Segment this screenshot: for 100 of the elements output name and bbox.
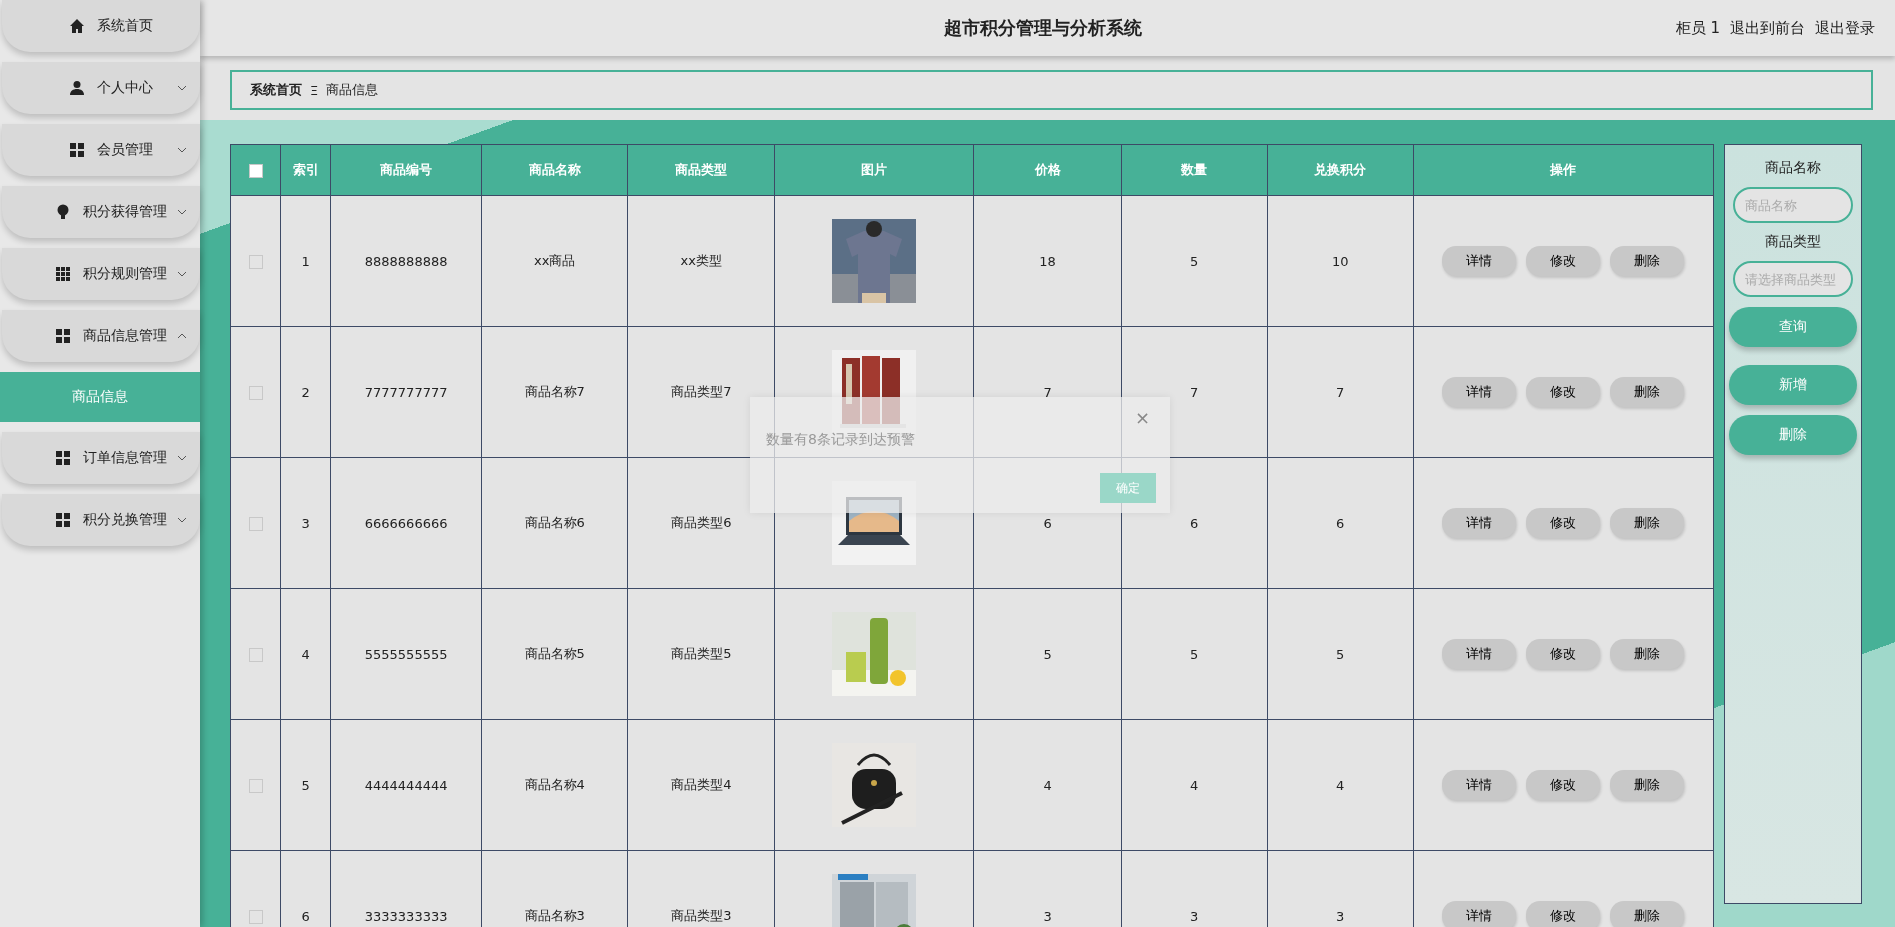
grid-icon <box>55 328 71 344</box>
user-icon <box>69 80 85 96</box>
row-checkbox[interactable] <box>248 254 263 269</box>
table-cell: 4 <box>301 646 310 662</box>
action-button[interactable]: 详情 <box>1442 377 1517 407</box>
table-cell: 3 <box>1189 908 1199 924</box>
grid-icon <box>55 512 71 528</box>
home-icon <box>69 18 85 34</box>
column-header: 索引 <box>280 144 331 196</box>
table-cell: 5555555555 <box>364 646 448 662</box>
table-cell: 4 <box>1043 777 1052 793</box>
row-checkbox[interactable] <box>248 385 263 400</box>
column-header: 商品名称 <box>481 144 628 196</box>
action-button[interactable]: 删除 <box>1610 246 1685 276</box>
column-header: 商品类型 <box>627 144 775 196</box>
column-header: 操作 <box>1413 144 1714 196</box>
column-header: 价格 <box>973 144 1122 196</box>
menu-item[interactable]: 个人中心 <box>2 62 200 114</box>
action-button[interactable]: 详情 <box>1442 639 1517 669</box>
menu-item[interactable]: 积分规则管理 <box>2 248 200 300</box>
bulb-icon <box>55 204 71 220</box>
column-header: 图片 <box>774 144 974 196</box>
table-cell: 商品名称5 <box>524 646 585 661</box>
table-cell: xx类型 <box>680 253 722 268</box>
action-button[interactable]: 详情 <box>1442 770 1517 800</box>
table-cell: 商品名称7 <box>524 384 585 399</box>
table-cell: 5 <box>1189 646 1199 662</box>
action-button[interactable]: 详情 <box>1442 246 1517 276</box>
action-button[interactable]: 详情 <box>1442 901 1517 927</box>
action-button[interactable]: 删除 <box>1610 508 1685 538</box>
menu-item[interactable]: 会员管理 <box>2 124 200 176</box>
action-button[interactable]: 修改 <box>1526 377 1601 407</box>
row-checkbox[interactable] <box>248 647 263 662</box>
table-cell: 6 <box>1043 515 1052 531</box>
app-title: 超市积分管理与分析系统 <box>942 16 1143 40</box>
column-header: 商品编号 <box>330 144 482 196</box>
menu-item[interactable]: 订单信息管理 <box>2 432 200 484</box>
table-cell: 商品名称3 <box>524 908 585 923</box>
table-cell: 6 <box>301 908 310 924</box>
table-cell: 7 <box>1336 384 1345 400</box>
table-cell: 5 <box>301 777 310 793</box>
table-cell: 3 <box>301 515 310 531</box>
field-label: 商品名称 <box>1765 159 1821 177</box>
row-checkbox[interactable] <box>248 516 263 531</box>
table-cell: 6 <box>1189 515 1199 531</box>
table-cell: 商品类型5 <box>671 646 732 661</box>
row-checkbox[interactable] <box>248 778 263 793</box>
action-button[interactable]: 删除 <box>1610 377 1685 407</box>
table-cell: 商品名称4 <box>524 777 585 792</box>
table-cell: 7 <box>1189 384 1199 400</box>
column-header: 数量 <box>1121 144 1268 196</box>
table-cell: 商品类型4 <box>671 777 732 792</box>
table-cell: 商品类型3 <box>671 908 732 923</box>
header-link[interactable]: 退出登录 <box>1815 18 1875 38</box>
action-button[interactable]: 修改 <box>1526 770 1601 800</box>
table-cell: 3333333333 <box>364 908 448 924</box>
action-button[interactable]: 删除 <box>1610 639 1685 669</box>
table-cell: 商品类型6 <box>671 515 732 530</box>
table-cell: 7777777777 <box>364 384 448 400</box>
action-button[interactable]: 详情 <box>1442 508 1517 538</box>
table-cell: 6 <box>1336 515 1345 531</box>
breadcrumb-separator: Ξ <box>310 82 319 98</box>
field-label: 商品类型 <box>1765 233 1821 251</box>
dialog-message: 数量有8条记录到达预警 <box>766 431 915 449</box>
table-cell: 8888888888 <box>364 253 448 269</box>
menu-item[interactable]: 商品信息管理 <box>2 310 200 362</box>
table-cell: 3 <box>1043 908 1052 924</box>
column-header: 兑换积分 <box>1267 144 1414 196</box>
table-cell: 18 <box>1039 253 1056 269</box>
action-button[interactable]: 修改 <box>1526 901 1601 927</box>
action-button[interactable]: 修改 <box>1526 508 1601 538</box>
menu-item[interactable]: 积分兑换管理 <box>2 494 200 546</box>
action-button[interactable]: 删除 <box>1610 901 1685 927</box>
action-button[interactable]: 删除 <box>1610 770 1685 800</box>
user-name: 柜员 1 <box>1675 18 1720 38</box>
grid-icon <box>69 142 85 158</box>
action-button[interactable]: 修改 <box>1526 246 1601 276</box>
grid-icon <box>55 266 71 282</box>
table-cell: 2 <box>301 384 310 400</box>
action-button[interactable]: 修改 <box>1526 639 1601 669</box>
select-all-checkbox[interactable] <box>248 163 263 178</box>
table-cell: 5 <box>1336 646 1345 662</box>
table-cell: 商品名称6 <box>524 515 585 530</box>
breadcrumb-item[interactable]: 系统首页 <box>250 81 302 99</box>
table-cell: xx商品 <box>534 253 576 268</box>
header-link[interactable]: 退出到前台 <box>1730 18 1805 38</box>
table-cell: 商品类型7 <box>671 384 732 399</box>
menu-item[interactable]: 系统首页 <box>2 0 200 52</box>
row-checkbox[interactable] <box>248 909 263 924</box>
table-cell: 5 <box>1043 646 1052 662</box>
table-cell: 5 <box>1189 253 1199 269</box>
breadcrumb-item[interactable]: 商品信息 <box>326 81 379 99</box>
menu-item[interactable]: 积分获得管理 <box>2 186 200 238</box>
table-cell: 10 <box>1331 253 1349 269</box>
table-cell: 4 <box>1189 777 1199 793</box>
table-cell: 6666666666 <box>364 515 448 531</box>
table-cell: 4444444444 <box>364 777 448 793</box>
table-cell: 4 <box>1336 777 1345 793</box>
table-cell: 1 <box>301 253 310 269</box>
grid-icon <box>55 450 71 466</box>
